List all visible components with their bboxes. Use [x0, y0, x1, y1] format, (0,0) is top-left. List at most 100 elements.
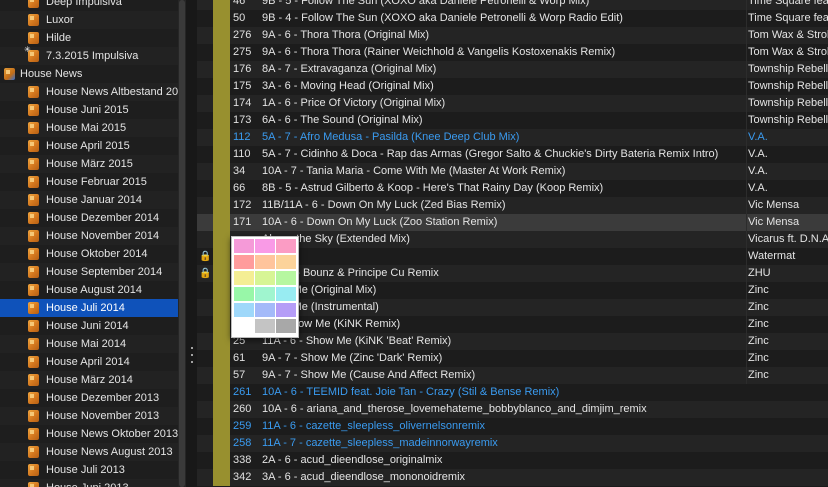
color-tag[interactable]	[213, 299, 230, 316]
color-tag[interactable]	[213, 418, 230, 435]
table-row[interactable]: 50 9B - 4 - Follow The Sun (XOXO aka Dani…	[197, 10, 828, 27]
table-row[interactable]: 176 8A - 7 - Extravaganza (Original Mix) T…	[197, 61, 828, 78]
table-row[interactable]: 258 11A - 7 - cazette_sleepless_madeinnor…	[197, 435, 828, 452]
table-row[interactable]: 66 8B - 5 - Astrud Gilberto & Koop - Here…	[197, 180, 828, 197]
color-swatch[interactable]	[255, 239, 275, 253]
color-tag[interactable]	[213, 214, 230, 231]
table-row[interactable]: 46 9B - 5 - Follow The Sun (XOXO aka Dani…	[197, 0, 828, 10]
color-swatch[interactable]	[234, 255, 254, 269]
color-swatch[interactable]	[276, 239, 296, 253]
color-tag[interactable]	[213, 129, 230, 146]
table-row[interactable]: 275 9A - 6 - Thora Thora (Rainer Weichhol…	[197, 44, 828, 61]
color-tag[interactable]	[213, 469, 230, 486]
sidebar-item[interactable]: House September 2014	[0, 263, 178, 281]
color-tag[interactable]	[213, 316, 230, 333]
sidebar-item[interactable]: House April 2015	[0, 137, 178, 155]
sidebar-item[interactable]: House Oktober 2014	[0, 245, 178, 263]
table-row[interactable]: 57 9A - 7 - Show Me (Cause And Affect Rem…	[197, 367, 828, 384]
sidebar-item[interactable]: House Mai 2015	[0, 119, 178, 137]
color-swatch[interactable]	[234, 303, 254, 317]
table-row[interactable]: 342 3A - 6 - acud_dieendlose_mononoidremi…	[197, 469, 828, 486]
color-tag[interactable]	[213, 367, 230, 384]
color-tag[interactable]	[213, 401, 230, 418]
color-swatch[interactable]	[276, 255, 296, 269]
sidebar-item[interactable]: House News Oktober 2013	[0, 425, 178, 443]
color-tag[interactable]	[213, 350, 230, 367]
sidebar-item[interactable]: House August 2014	[0, 281, 178, 299]
color-tag[interactable]	[213, 435, 230, 452]
color-tag[interactable]	[213, 452, 230, 469]
sidebar-item[interactable]: House Februar 2015	[0, 173, 178, 191]
color-tag[interactable]	[213, 27, 230, 44]
color-swatch[interactable]	[255, 271, 275, 285]
color-tag[interactable]	[213, 282, 230, 299]
color-swatch[interactable]	[276, 271, 296, 285]
color-tag[interactable]	[213, 95, 230, 112]
color-tag[interactable]	[213, 163, 230, 180]
color-tag[interactable]	[213, 0, 230, 10]
table-row[interactable]: 34 10A - 7 - Tania Maria - Come With Me (…	[197, 163, 828, 180]
sidebar-item[interactable]: ✳ 7.3.2015 Impulsiva	[0, 46, 178, 65]
table-row[interactable]: 338 2A - 6 - acud_dieendlose_originalmix	[197, 452, 828, 469]
sidebar-item[interactable]: House März 2015	[0, 155, 178, 173]
sidebar-item[interactable]: House Juni 2014	[0, 317, 178, 335]
sidebar-item[interactable]: House Juli 2014	[0, 299, 178, 317]
color-swatch[interactable]	[234, 319, 254, 333]
color-swatch[interactable]	[276, 319, 296, 333]
color-swatch[interactable]	[255, 303, 275, 317]
color-tag[interactable]	[213, 112, 230, 129]
color-tag[interactable]	[213, 231, 230, 248]
sidebar-item[interactable]: House November 2013	[0, 407, 178, 425]
color-tag[interactable]	[213, 61, 230, 78]
color-tag[interactable]	[213, 180, 230, 197]
sidebar-item[interactable]: House Juni 2015	[0, 101, 178, 119]
sidebar-item[interactable]: House Dezember 2013	[0, 389, 178, 407]
sidebar-item[interactable]: House Januar 2014	[0, 191, 178, 209]
table-row[interactable]: 175 3A - 6 - Moving Head (Original Mix) To…	[197, 78, 828, 95]
color-swatch[interactable]	[255, 287, 275, 301]
table-row[interactable]: 261 10A - 6 - TEEMID feat. Joie Tan - Cra…	[197, 384, 828, 401]
color-tag[interactable]	[213, 146, 230, 163]
table-row[interactable]: 61 9A - 7 - Show Me (Zinc 'Dark' Remix) Zi…	[197, 350, 828, 367]
table-row[interactable]: 112 5A - 7 - Afro Medusa - Pasilda (Knee …	[197, 129, 828, 146]
pane-splitter[interactable]	[186, 0, 197, 487]
sidebar-item[interactable]: Deep Impulsiva	[0, 0, 178, 11]
table-row[interactable]: 110 5A - 7 - Cidinho & Doca - Rap das Arm…	[197, 146, 828, 163]
sidebar-item[interactable]: House April 2014	[0, 353, 178, 371]
table-row[interactable]: 171 10A - 6 - Down On My Luck (Zoo Statio…	[197, 214, 828, 231]
sidebar-item[interactable]: House März 2014	[0, 371, 178, 389]
sidebar-item[interactable]: House News August 2013	[0, 443, 178, 461]
table-row[interactable]: 276 9A - 6 - Thora Thora (Original Mix) To…	[197, 27, 828, 44]
sidebar-item[interactable]: House News	[0, 65, 178, 83]
color-swatch[interactable]	[276, 287, 296, 301]
sidebar-item[interactable]: Luxor	[0, 11, 178, 29]
table-row[interactable]: 259 11A - 6 - cazette_sleepless_olivernel…	[197, 418, 828, 435]
color-swatch[interactable]	[276, 303, 296, 317]
table-row[interactable]: 172 11B/11A - 6 - Down On My Luck (Zed Bi…	[197, 197, 828, 214]
color-swatch[interactable]	[234, 287, 254, 301]
color-tag[interactable]	[213, 248, 230, 265]
sidebar-item[interactable]: House Mai 2014	[0, 335, 178, 353]
table-row[interactable]: 173 6A - 6 - The Sound (Original Mix) Town…	[197, 112, 828, 129]
color-tag[interactable]	[213, 265, 230, 282]
sidebar-item[interactable]: House Dezember 2014	[0, 209, 178, 227]
color-swatch[interactable]	[234, 239, 254, 253]
sidebar-item[interactable]: House Juni 2013	[0, 479, 178, 487]
color-swatch[interactable]	[234, 271, 254, 285]
sidebar-item[interactable]: House Juli 2013	[0, 461, 178, 479]
color-swatch[interactable]	[255, 319, 275, 333]
sidebar-scrollbar-thumb[interactable]	[179, 0, 185, 487]
color-tag[interactable]	[213, 44, 230, 61]
color-swatch[interactable]	[255, 255, 275, 269]
sidebar-item[interactable]: House November 2014	[0, 227, 178, 245]
color-tag[interactable]	[213, 197, 230, 214]
sidebar-scrollbar[interactable]	[178, 0, 186, 487]
color-tag[interactable]	[213, 384, 230, 401]
sidebar-item[interactable]: House News Altbestand 2015	[0, 83, 178, 101]
table-row[interactable]: 174 1A - 6 - Price Of Victory (Original M…	[197, 95, 828, 112]
color-tag[interactable]	[213, 333, 230, 350]
color-tag[interactable]	[213, 10, 230, 27]
color-tag[interactable]	[213, 78, 230, 95]
track-number: 57	[233, 369, 246, 381]
table-row[interactable]: 260 10A - 6 - ariana_and_therose_lovemeha…	[197, 401, 828, 418]
